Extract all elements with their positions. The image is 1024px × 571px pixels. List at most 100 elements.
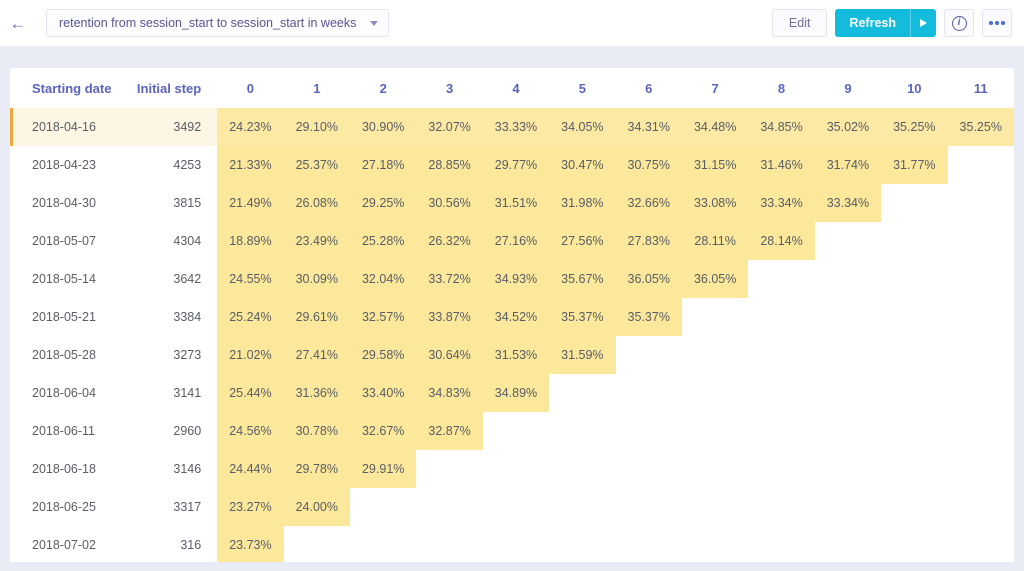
cell-empty-period-9: [814, 260, 882, 298]
cell-retention-period-3: 33.87%: [416, 298, 483, 336]
cell-empty-period-7: [681, 336, 749, 374]
cell-retention-period-7: 28.11%: [681, 222, 749, 260]
query-title-dropdown[interactable]: retention from session_start to session_…: [46, 9, 390, 37]
cell-retention-period-3: 30.56%: [416, 184, 483, 222]
column-header-period-11[interactable]: 11: [947, 68, 1014, 108]
top-toolbar: ← retention from session_start to sessio…: [0, 0, 1024, 46]
cell-empty-period-2: [350, 526, 417, 562]
cell-empty-period-11: [947, 412, 1014, 450]
back-arrow-icon[interactable]: ←: [0, 0, 36, 46]
cell-starting-date: 2018-06-18: [32, 462, 96, 476]
cell-retention-period-7: 33.08%: [681, 184, 749, 222]
cell-empty-period-4: [482, 412, 550, 450]
cell-empty-period-6: [615, 412, 682, 450]
cell-empty-period-10: [881, 526, 948, 562]
cell-retention-period-8: 34.85%: [748, 108, 815, 146]
more-options-button[interactable]: [982, 9, 1012, 37]
cell-empty-period-11: [947, 146, 1014, 184]
cell-retention-period-2: 29.91%: [350, 450, 417, 488]
cell-empty-period-9: [814, 336, 882, 374]
cell-empty-period-7: [681, 298, 749, 336]
cell-empty-period-10: [881, 450, 948, 488]
column-header-period-2[interactable]: 2: [350, 68, 417, 108]
cell-initial-step: 3141: [173, 386, 202, 400]
table-row[interactable]: 2018-04-16 3492 24.23% 29.10% 30.90% 32.07% 33…: [10, 108, 1014, 146]
cell-retention-period-9: 33.34%: [814, 184, 882, 222]
table-row[interactable]: 2018-05-28 3273 21.02% 27.41% 29.58% 30.64% 31…: [10, 336, 1014, 374]
column-header-period-6[interactable]: 6: [615, 68, 682, 108]
cell-retention-period-1: 30.09%: [283, 260, 350, 298]
cell-empty-period-5: [549, 488, 616, 526]
cell-retention-period-2: 30.90%: [350, 108, 417, 146]
cell-empty-period-7: [681, 450, 749, 488]
table-row[interactable]: 2018-06-18 3146 24.44% 29.78% 29.91%: [10, 450, 1014, 488]
cell-empty-period-7: [681, 526, 749, 562]
cell-starting-date: 2018-04-16: [10, 108, 129, 146]
cell-starting-date: 2018-06-04: [32, 386, 96, 400]
column-header-period-3[interactable]: 3: [416, 68, 483, 108]
cell-retention-period-0: 21.33%: [217, 146, 284, 184]
cell-retention-period-0: 23.73%: [217, 526, 284, 562]
cell-retention-period-0: 25.44%: [217, 374, 284, 412]
edit-button[interactable]: Edit: [771, 9, 828, 37]
cell-retention-period-6: 36.05%: [615, 260, 682, 298]
cell-empty-period-10: [881, 336, 948, 374]
table-row[interactable]: 2018-06-11 2960 24.56% 30.78% 32.67% 32.87%: [10, 412, 1014, 450]
table-row[interactable]: 2018-04-30 3815 21.49% 26.08% 29.25% 30.56% 31…: [10, 184, 1014, 222]
cell-initial-step: 2960: [173, 424, 202, 438]
table-row[interactable]: 2018-05-21 3384 25.24% 29.61% 32.57% 33.87% 34…: [10, 298, 1014, 336]
column-header-period-5[interactable]: 5: [549, 68, 616, 108]
info-button[interactable]: i: [944, 9, 974, 37]
cell-retention-period-2: 32.57%: [350, 298, 417, 336]
cell-retention-period-10: 35.25%: [881, 108, 948, 146]
table-row[interactable]: 2018-06-25 3317 23.27% 24.00%: [10, 488, 1014, 526]
cell-empty-period-3: [416, 526, 483, 562]
column-header-initial-step[interactable]: Initial step: [128, 68, 218, 108]
cell-initial-step: 4304: [173, 234, 202, 248]
column-header-starting-date[interactable]: Starting date: [10, 68, 129, 108]
column-header-period-9[interactable]: 9: [814, 68, 882, 108]
table-row[interactable]: 2018-07-02 316 23.73%: [10, 526, 1014, 562]
cell-retention-period-0: 24.55%: [217, 260, 284, 298]
cell-initial-step: 4253: [173, 158, 202, 172]
cell-retention-period-0: 24.23%: [217, 108, 284, 146]
cell-retention-period-3: 30.64%: [416, 336, 483, 374]
cell-empty-period-11: [947, 374, 1014, 412]
cell-empty-period-8: [748, 488, 815, 526]
cell-retention-period-1: 24.00%: [283, 488, 350, 526]
cell-retention-period-1: 25.37%: [283, 146, 350, 184]
cell-initial-step: 3384: [173, 310, 202, 324]
cell-empty-period-7: [681, 374, 749, 412]
cell-initial-step: 3642: [173, 272, 202, 286]
column-header-period-8[interactable]: 8: [748, 68, 815, 108]
cell-empty-period-4: [482, 488, 550, 526]
info-icon: i: [951, 15, 967, 31]
column-header-period-1[interactable]: 1: [283, 68, 350, 108]
cell-empty-period-10: [881, 412, 948, 450]
cell-retention-period-6: 35.37%: [615, 298, 682, 336]
table-row[interactable]: 2018-05-07 4304 18.89% 23.49% 25.28% 26.32% 27…: [10, 222, 1014, 260]
toolbar-actions: Edit Refresh i: [771, 9, 1012, 37]
refresh-button[interactable]: Refresh: [835, 9, 936, 37]
cell-empty-period-3: [416, 450, 483, 488]
cell-initial-step: 316: [180, 538, 202, 552]
column-header-period-7[interactable]: 7: [681, 68, 749, 108]
column-header-period-10[interactable]: 10: [881, 68, 948, 108]
column-header-period-4[interactable]: 4: [482, 68, 550, 108]
cell-retention-period-9: 31.74%: [814, 146, 882, 184]
table-row[interactable]: 2018-05-14 3642 24.55% 30.09% 32.04% 33.72% 34…: [10, 260, 1014, 298]
play-icon[interactable]: [910, 9, 936, 37]
cell-empty-period-5: [549, 526, 616, 562]
cell-retention-period-8: 28.14%: [748, 222, 815, 260]
table-row[interactable]: 2018-04-23 4253 21.33% 25.37% 27.18% 28.85% 29…: [10, 146, 1014, 184]
cell-starting-date: 2018-05-21: [32, 310, 96, 324]
cell-retention-period-2: 27.18%: [350, 146, 417, 184]
cell-retention-period-4: 33.33%: [482, 108, 550, 146]
cell-retention-period-4: 29.77%: [482, 146, 550, 184]
cell-retention-period-2: 25.28%: [350, 222, 417, 260]
cell-starting-date: 2018-05-07: [32, 234, 96, 248]
cell-empty-period-10: [881, 184, 948, 222]
column-header-period-0[interactable]: 0: [217, 68, 284, 108]
cell-retention-period-0: 23.27%: [217, 488, 284, 526]
table-row[interactable]: 2018-06-04 3141 25.44% 31.36% 33.40% 34.83% 34…: [10, 374, 1014, 412]
